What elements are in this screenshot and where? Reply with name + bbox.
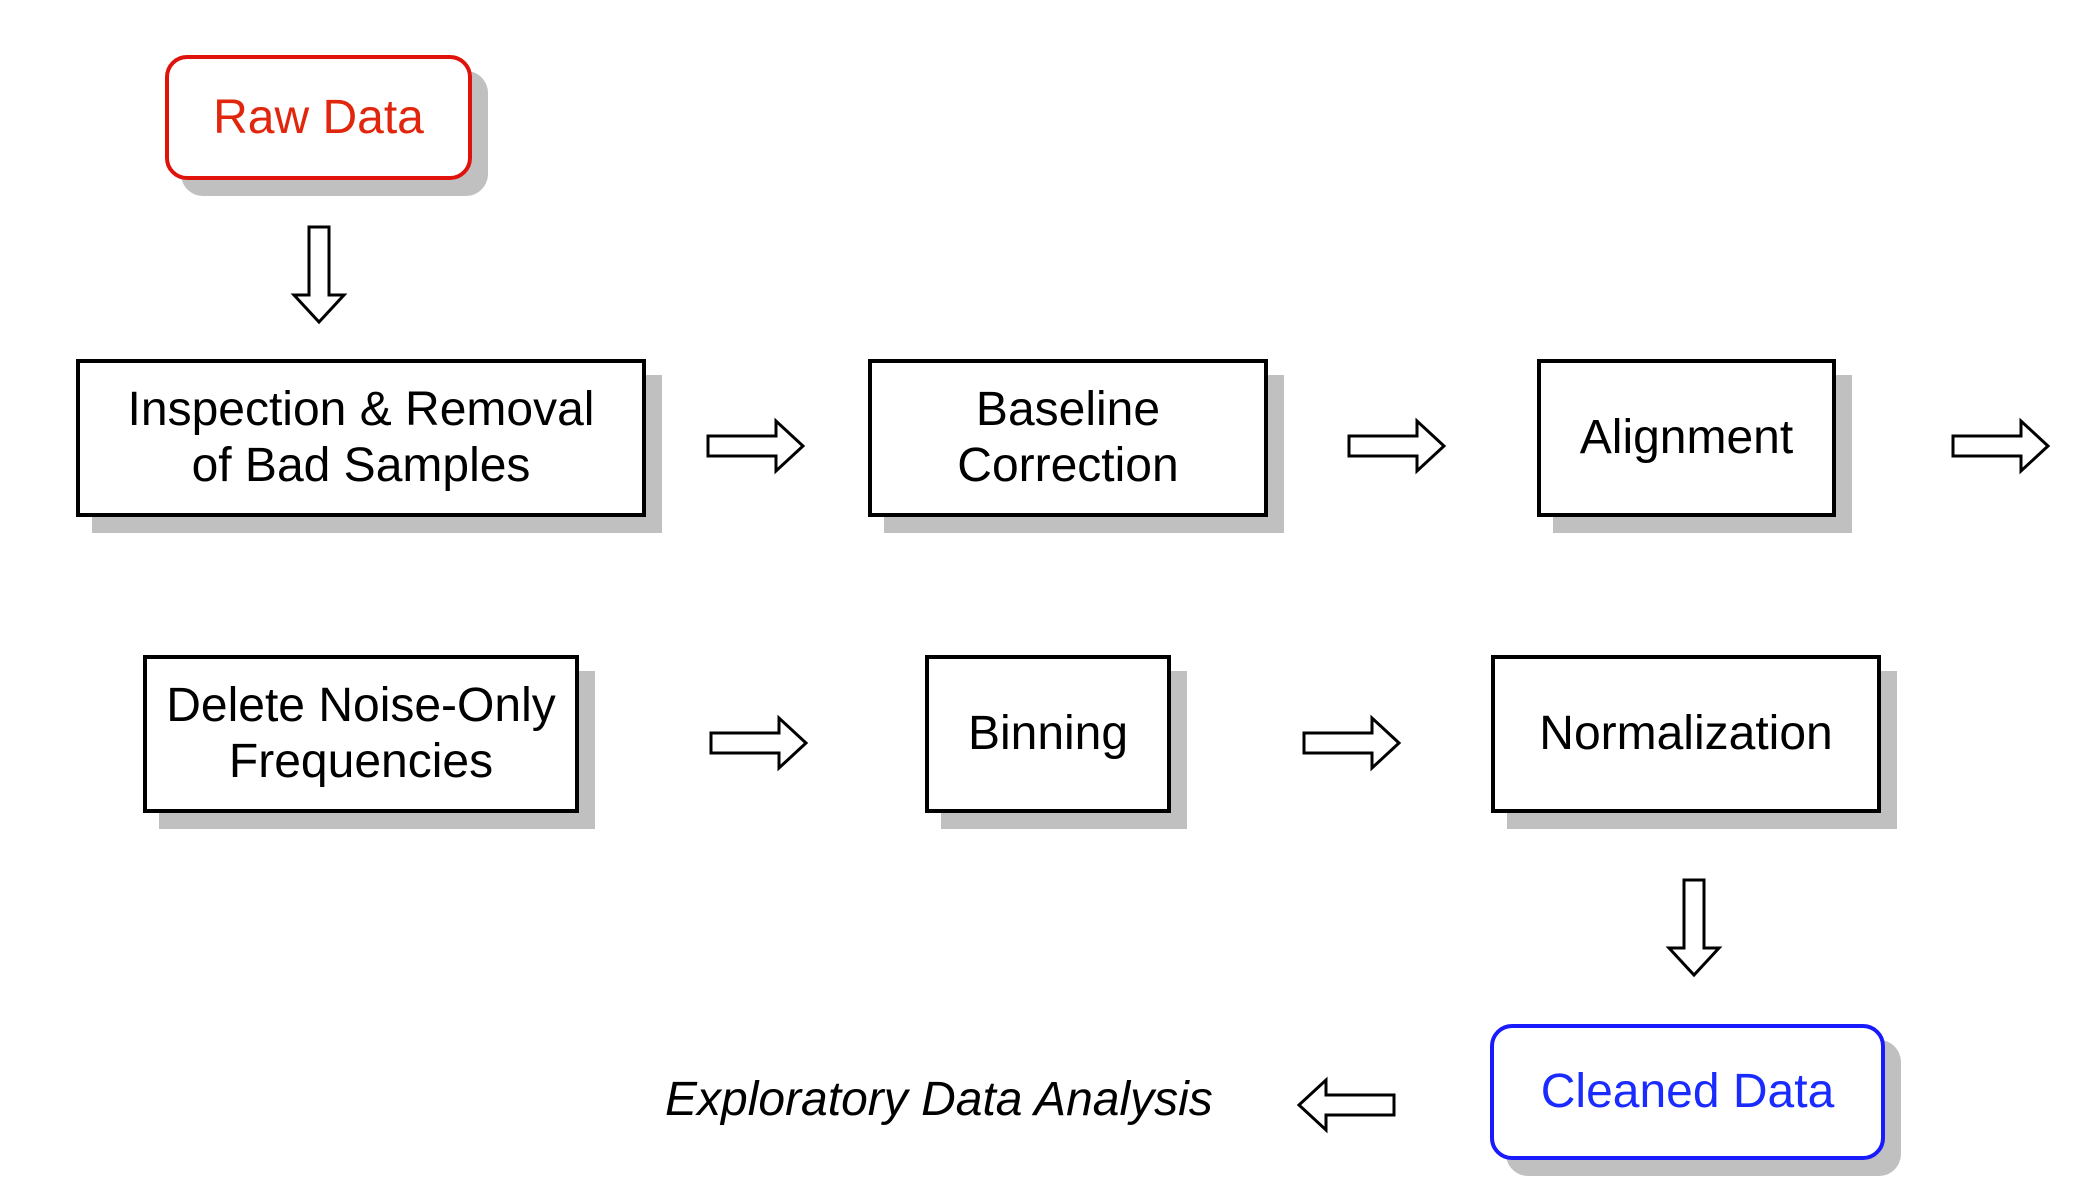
cleaned-data-node: Cleaned Data — [1490, 1024, 1885, 1160]
delete-label-line1: Delete Noise-Only — [166, 679, 556, 732]
alignment-node: Alignment — [1537, 359, 1836, 517]
baseline-correction-node: Baseline Correction — [868, 359, 1268, 517]
inspection-label-line2: of Bad Samples — [191, 439, 531, 492]
raw-data-label: Raw Data — [213, 90, 424, 144]
baseline-label-line2: Correction — [957, 439, 1179, 492]
delete-label-line2: Frequencies — [228, 735, 494, 788]
baseline-label-line1: Baseline — [975, 383, 1161, 436]
arrow-right-icon — [1347, 417, 1447, 475]
inspection-label-line1: Inspection & Removal — [127, 383, 595, 436]
arrow-right-icon — [1302, 714, 1402, 772]
exploratory-data-analysis-label: Exploratory Data Analysis — [665, 1073, 1213, 1126]
raw-data-node: Raw Data — [165, 55, 472, 180]
arrow-down-icon — [290, 225, 348, 325]
binning-node: Binning — [925, 655, 1171, 813]
arrow-down-icon — [1665, 878, 1723, 978]
delete-noise-node: Delete Noise-Only Frequencies — [143, 655, 579, 813]
arrow-right-icon — [706, 417, 806, 475]
arrow-right-icon — [709, 714, 809, 772]
normalization-node: Normalization — [1491, 655, 1881, 813]
arrow-left-icon — [1296, 1076, 1396, 1134]
cleaned-data-label: Cleaned Data — [1540, 1065, 1835, 1118]
arrow-right-icon — [1951, 417, 2051, 475]
binning-label: Binning — [967, 707, 1129, 760]
alignment-label: Alignment — [1579, 411, 1794, 464]
inspection-removal-node: Inspection & Removal of Bad Samples — [76, 359, 646, 517]
normalization-label: Normalization — [1539, 707, 1833, 760]
